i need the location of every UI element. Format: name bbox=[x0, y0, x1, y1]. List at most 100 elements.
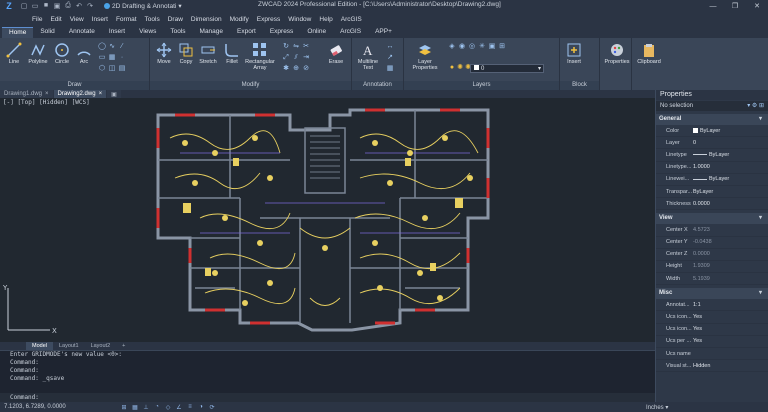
rectangle-icon[interactable]: ▭ bbox=[98, 54, 106, 62]
join-icon[interactable]: ⊕ bbox=[292, 65, 300, 73]
layout-tab-model[interactable]: Model bbox=[26, 342, 53, 350]
command-input[interactable]: Command: bbox=[0, 393, 655, 402]
tab-app[interactable]: APP+ bbox=[368, 27, 399, 38]
layer-state-icon[interactable]: ◈ bbox=[448, 43, 456, 51]
clipboard-button[interactable]: Clipboard bbox=[634, 42, 664, 65]
menu-item-edit[interactable]: Edit bbox=[46, 16, 65, 23]
line-button[interactable]: Line bbox=[2, 42, 26, 65]
xline-icon[interactable]: ⁄ bbox=[118, 43, 126, 51]
tab-arcgis[interactable]: ArcGIS bbox=[333, 27, 368, 38]
move-button[interactable]: Move bbox=[152, 42, 176, 65]
print-icon[interactable]: ⎙ bbox=[64, 2, 72, 10]
break-icon[interactable]: ⊘ bbox=[302, 65, 310, 73]
lineweight-icon[interactable]: ≡ bbox=[186, 404, 194, 411]
layer-off-icon[interactable]: ◎ bbox=[468, 43, 476, 51]
multiline-text-button[interactable]: A Multiline Text bbox=[354, 42, 382, 71]
property-row[interactable]: Center Y -0.0438 bbox=[656, 237, 768, 249]
copy-button[interactable]: Copy bbox=[174, 42, 198, 65]
tab-home[interactable]: Home bbox=[2, 27, 34, 38]
property-value[interactable]: 1.0000 bbox=[693, 164, 768, 170]
ortho-icon[interactable]: ⊥ bbox=[142, 404, 150, 411]
property-value[interactable]: -0.0438 bbox=[693, 239, 768, 245]
menu-item-express[interactable]: Express bbox=[253, 16, 284, 23]
layout-tab-layout2[interactable]: Layout2 bbox=[85, 342, 117, 350]
property-row[interactable]: Center X 4.5723 bbox=[656, 224, 768, 237]
tab-solid[interactable]: Solid bbox=[33, 27, 61, 38]
tab-views[interactable]: Views bbox=[132, 27, 163, 38]
mirror-icon[interactable]: ⇋ bbox=[292, 43, 300, 51]
stretch-button[interactable]: Stretch bbox=[196, 42, 220, 65]
property-value[interactable]: ByLayer bbox=[693, 152, 768, 158]
selection-dropdown[interactable]: No selection ▾ ⚙ ⊞ bbox=[656, 101, 768, 111]
property-value[interactable]: 1.9309 bbox=[693, 263, 768, 269]
menu-item-window[interactable]: Window bbox=[284, 16, 315, 23]
tab-insert[interactable]: Insert bbox=[102, 27, 132, 38]
document-tab[interactable]: Drawing1.dwg × bbox=[0, 90, 53, 98]
layer-properties-button[interactable]: Layer Properties bbox=[408, 42, 442, 71]
tab-express[interactable]: Express bbox=[263, 27, 300, 38]
property-value[interactable]: 4.5723 bbox=[693, 227, 768, 233]
workspace-selector[interactable]: 2D Drafting & Annotati ▾ bbox=[104, 2, 182, 10]
property-row[interactable]: Linetype... 1.0000 bbox=[656, 162, 768, 174]
close-icon[interactable]: × bbox=[45, 91, 49, 97]
trim-icon[interactable]: ✂ bbox=[302, 43, 310, 51]
scale-icon[interactable]: ⤢ bbox=[282, 54, 290, 62]
extend-icon[interactable]: ⇥ bbox=[302, 54, 310, 62]
property-row[interactable]: Center Z 0.0000 bbox=[656, 249, 768, 261]
minimize-button[interactable]: — bbox=[702, 0, 724, 12]
menu-item-modify[interactable]: Modify bbox=[226, 16, 253, 23]
boundary-icon[interactable]: ▤ bbox=[118, 65, 126, 73]
osnap-icon[interactable]: ◇ bbox=[164, 404, 172, 411]
maximize-button[interactable]: ❐ bbox=[724, 0, 746, 12]
property-value[interactable]: 5.1939 bbox=[693, 276, 768, 282]
property-value[interactable]: Hidden bbox=[693, 363, 768, 369]
tab-annotate[interactable]: Annotate bbox=[62, 27, 102, 38]
layer-lock-icon[interactable]: ▣ bbox=[488, 43, 496, 51]
property-row[interactable]: Ucs icon... Yes bbox=[656, 311, 768, 324]
property-row[interactable]: Color ByLayer bbox=[656, 125, 768, 138]
property-value[interactable]: 0.0000 bbox=[693, 201, 768, 207]
document-tab[interactable]: Drawing2.dwg × bbox=[53, 90, 107, 98]
open-icon[interactable]: ▭ bbox=[31, 2, 39, 10]
spline-icon[interactable]: ∿ bbox=[108, 43, 116, 51]
menu-item-draw[interactable]: Draw bbox=[164, 16, 187, 23]
properties-button[interactable]: Properties bbox=[602, 42, 632, 65]
new-tab-icon[interactable]: ▣ bbox=[107, 90, 121, 98]
fillet-button[interactable]: Fillet bbox=[220, 42, 244, 65]
hatch-icon[interactable]: ▦ bbox=[108, 54, 116, 62]
polar-icon[interactable]: ◔ bbox=[153, 404, 161, 411]
section-general[interactable]: General ▾ bbox=[656, 114, 768, 125]
property-value[interactable]: 0.0000 bbox=[693, 251, 768, 257]
dimension-icon[interactable]: ↔ bbox=[386, 43, 394, 51]
tab-tools[interactable]: Tools bbox=[163, 27, 192, 38]
property-row[interactable]: Linewei... ByLayer bbox=[656, 174, 768, 186]
units-selector[interactable]: Inches ▾ bbox=[646, 404, 668, 411]
menu-item-file[interactable]: File bbox=[28, 16, 46, 23]
property-row[interactable]: Layer 0 bbox=[656, 137, 768, 150]
save-as-icon[interactable]: ▣ bbox=[53, 2, 61, 10]
tab-manage[interactable]: Manage bbox=[193, 27, 231, 38]
menu-item-arcgis[interactable]: ArcGIS bbox=[337, 16, 366, 23]
layer-isolate-icon[interactable]: ◉ bbox=[458, 43, 466, 51]
property-row[interactable]: Ucs icon... Yes bbox=[656, 324, 768, 336]
property-value[interactable]: 0 bbox=[693, 140, 768, 146]
section-misc[interactable]: Misc ▾ bbox=[656, 288, 768, 300]
zwcad-logo-icon[interactable]: Z bbox=[0, 0, 18, 12]
grid-icon[interactable]: ▦ bbox=[131, 404, 139, 411]
snap-icon[interactable]: ⊞ bbox=[120, 404, 128, 411]
close-icon[interactable]: × bbox=[99, 91, 103, 97]
property-row[interactable]: Thickness 0.0000 bbox=[656, 198, 768, 211]
rotate-icon[interactable]: ↻ bbox=[282, 43, 290, 51]
property-row[interactable]: Transpar... ByLayer bbox=[656, 186, 768, 199]
circle-button[interactable]: Circle bbox=[50, 42, 74, 65]
property-row[interactable]: Linetype ByLayer bbox=[656, 149, 768, 162]
menu-item-insert[interactable]: Insert bbox=[88, 16, 112, 23]
lightbulb-icon[interactable]: ● bbox=[448, 64, 456, 72]
polyline-button[interactable]: Polyline bbox=[26, 42, 50, 65]
menu-item-dimension[interactable]: Dimension bbox=[187, 16, 226, 23]
erase-button[interactable]: Erase bbox=[324, 42, 348, 65]
ellipse-icon[interactable]: ◯ bbox=[98, 43, 106, 51]
property-value[interactable]: ByLayer bbox=[693, 189, 768, 195]
rectangular-array-button[interactable]: Rectangular Array bbox=[244, 42, 276, 71]
menu-item-tools[interactable]: Tools bbox=[141, 16, 164, 23]
